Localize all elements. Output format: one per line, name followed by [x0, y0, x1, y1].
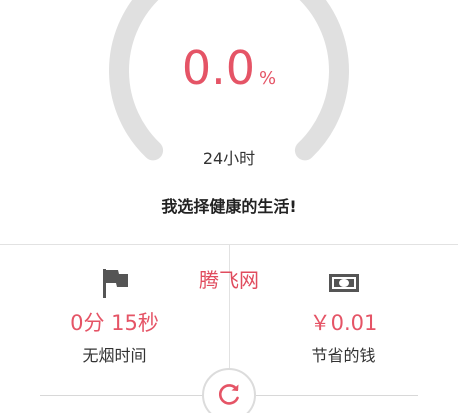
progress-percent: 0.0% [0, 40, 458, 96]
progress-value: 0.0 [181, 41, 256, 95]
smoke-free-time-label: 无烟时间 [82, 346, 147, 365]
money-saved-value: ￥0.01 [309, 311, 378, 335]
stat-money-saved: ￥0.01 节省的钱 [229, 266, 458, 366]
smoke-free-time-value: 0分 15秒 [70, 311, 159, 335]
money-saved-label: 节省的钱 [311, 346, 376, 365]
quit-smoking-screen: 0.0% 24小时 我选择健康的生活! 腾飞网 0分 15秒 无烟时间 ￥0.0… [0, 0, 458, 413]
refresh-icon [218, 384, 239, 405]
reset-button[interactable] [202, 368, 256, 413]
flag-icon [102, 269, 128, 298]
slogan-text: 我选择健康的生活! [161, 197, 297, 216]
progress-unit: % [259, 68, 277, 89]
stat-smoke-free-time: 0分 15秒 无烟时间 [0, 266, 229, 366]
money-icon [328, 274, 359, 292]
hours-label: 24小时 [202, 149, 256, 168]
